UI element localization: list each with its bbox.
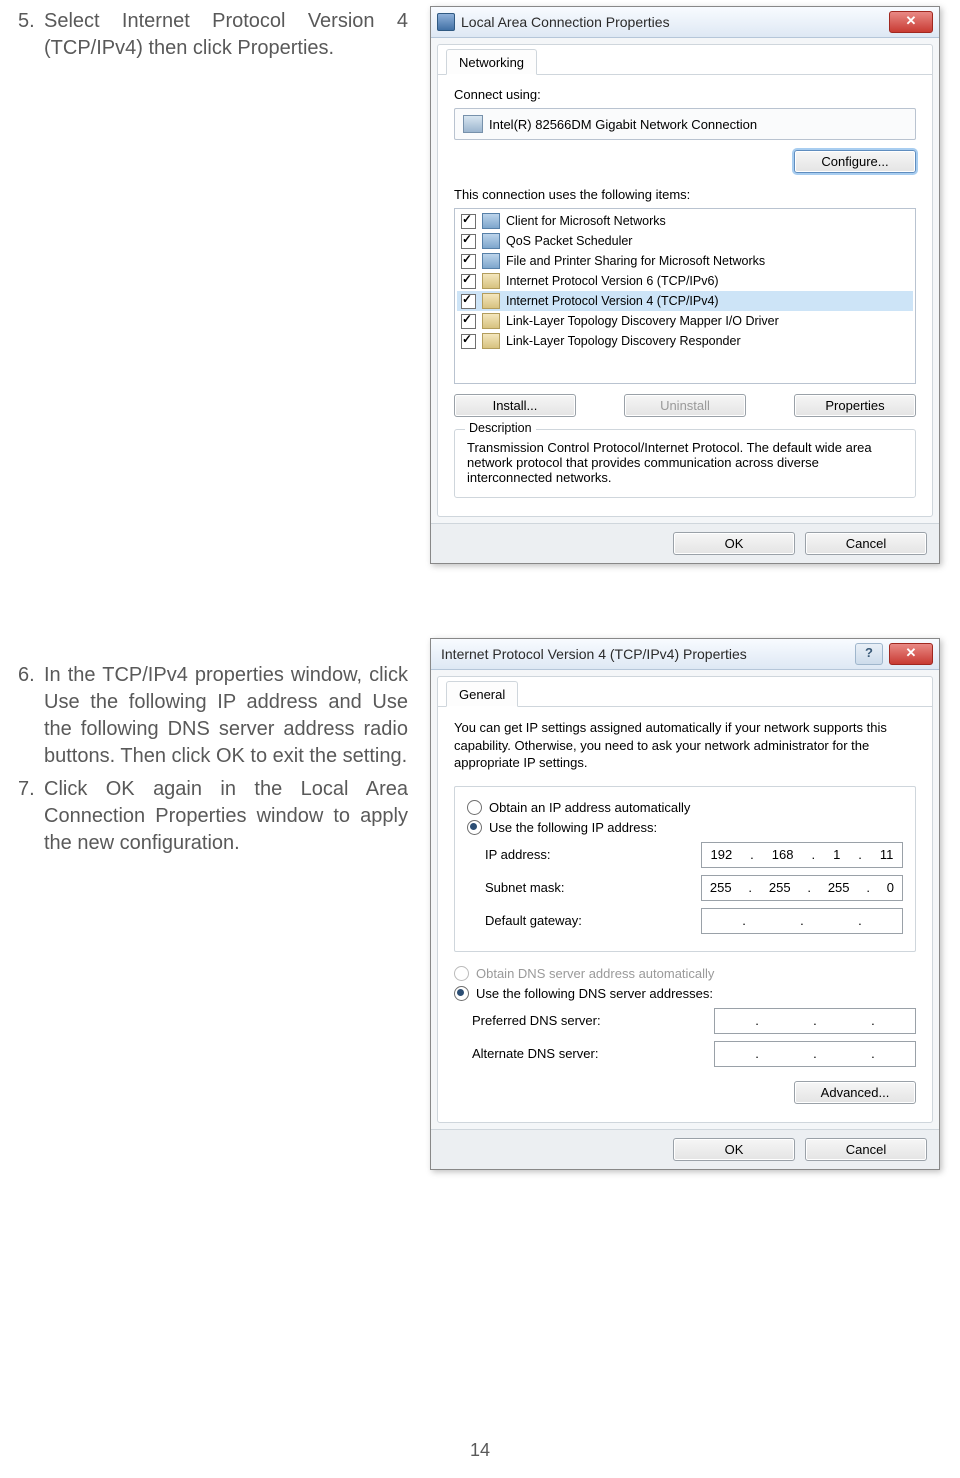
radio-icon[interactable] [454,986,469,1001]
step-5: 5. Select Internet Protocol Version 4 (T… [18,8,408,62]
uninstall-button: Uninstall [624,394,746,417]
configure-button[interactable]: Configure... [794,150,916,173]
default-gateway-input[interactable]: . . . [701,908,903,934]
tabstrip: General [438,681,932,707]
local-area-connection-properties-dialog: Local Area Connection Properties ✕ Netwo… [430,6,940,564]
obtain-dns-radio: Obtain DNS server address automatically [454,966,916,981]
checkbox-icon[interactable] [461,294,476,309]
nic-icon [463,115,483,133]
items-listbox[interactable]: Client for Microsoft Networks QoS Packet… [454,208,916,384]
info-text: You can get IP settings assigned automat… [454,719,916,772]
help-icon[interactable]: ? [855,643,883,665]
checkbox-icon[interactable] [461,314,476,329]
ip-address-input[interactable]: 192. 168. 1. 11 [701,842,903,868]
radio-label: Use the following DNS server addresses: [476,986,713,1001]
description-legend: Description [465,421,536,435]
properties-button[interactable]: Properties [794,394,916,417]
checkbox-icon[interactable] [461,214,476,229]
use-dns-radio[interactable]: Use the following DNS server addresses: [454,986,916,1001]
ok-button[interactable]: OK [673,1138,795,1161]
cancel-button[interactable]: Cancel [805,532,927,555]
component-icon [482,313,500,329]
default-gateway-label: Default gateway: [485,913,582,928]
list-item[interactable]: QoS Packet Scheduler [457,231,913,251]
ok-button[interactable]: OK [673,532,795,555]
component-icon [482,273,500,289]
radio-icon[interactable] [467,800,482,815]
list-item[interactable]: Link-Layer Topology Discovery Responder [457,331,913,351]
list-item[interactable]: Internet Protocol Version 6 (TCP/IPv6) [457,271,913,291]
checkbox-icon[interactable] [461,234,476,249]
close-icon[interactable]: ✕ [889,643,933,665]
subnet-mask-row: Subnet mask: 255. 255. 255. 0 [467,875,903,901]
cancel-button[interactable]: Cancel [805,1138,927,1161]
tab-general[interactable]: General [446,681,518,707]
checkbox-icon[interactable] [461,274,476,289]
radio-label: Obtain DNS server address automatically [476,966,714,981]
dialog-footer: OK Cancel [431,1129,939,1169]
ipv4-properties-dialog: Internet Protocol Version 4 (TCP/IPv4) P… [430,638,940,1170]
page-number: 14 [0,1440,960,1461]
checkbox-icon[interactable] [461,254,476,269]
step-text: Select Internet Protocol Version 4 (TCP/… [44,8,408,62]
preferred-dns-input[interactable]: . . . [714,1008,916,1034]
tab-pane: You can get IP settings assigned automat… [438,707,932,1116]
adapter-name: Intel(R) 82566DM Gigabit Network Connect… [489,117,757,132]
step-number: 7. [18,776,44,857]
ip-address-row: IP address: 192. 168. 1. 11 [467,842,903,868]
adapter-field: Intel(R) 82566DM Gigabit Network Connect… [454,108,916,140]
description-group: Description Transmission Control Protoco… [454,429,916,498]
description-text: Transmission Control Protocol/Internet P… [467,440,872,485]
step-text: In the TCP/IPv4 properties window, click… [44,662,408,770]
close-icon[interactable]: ✕ [889,11,933,33]
dialog-footer: OK Cancel [431,523,939,563]
component-icon [482,213,500,229]
subnet-mask-input[interactable]: 255. 255. 255. 0 [701,875,903,901]
ip-settings-group: Obtain an IP address automatically Use t… [454,786,916,952]
step-number: 5. [18,8,44,62]
preferred-dns-label: Preferred DNS server: [472,1013,601,1028]
radio-icon[interactable] [467,820,482,835]
alternate-dns-input[interactable]: . . . [714,1041,916,1067]
window-icon [437,13,455,31]
list-item-selected[interactable]: Internet Protocol Version 4 (TCP/IPv4) [457,291,913,311]
subnet-mask-label: Subnet mask: [485,880,565,895]
step-7: 7. Click OK again in the Local Area Conn… [18,776,408,857]
window-title: Internet Protocol Version 4 (TCP/IPv4) P… [437,646,855,662]
step-number: 6. [18,662,44,770]
titlebar[interactable]: Internet Protocol Version 4 (TCP/IPv4) P… [431,639,939,670]
alternate-dns-label: Alternate DNS server: [472,1046,598,1061]
alternate-dns-row: Alternate DNS server: . . . [454,1041,916,1067]
component-icon [482,333,500,349]
step-6: 6. In the TCP/IPv4 properties window, cl… [18,662,408,770]
component-icon [482,293,500,309]
dialog-body: Networking Connect using: Intel(R) 82566… [437,44,933,517]
obtain-ip-radio[interactable]: Obtain an IP address automatically [467,800,903,815]
component-icon [482,233,500,249]
ip-address-label: IP address: [485,847,551,862]
checkbox-icon[interactable] [461,334,476,349]
radio-icon [454,966,469,981]
list-item[interactable]: Client for Microsoft Networks [457,211,913,231]
step-text: Click OK again in the Local Area Connect… [44,776,408,857]
tab-pane: Connect using: Intel(R) 82566DM Gigabit … [438,75,932,510]
default-gateway-row: Default gateway: . . . [467,908,903,934]
titlebar[interactable]: Local Area Connection Properties ✕ [431,7,939,38]
radio-label: Use the following IP address: [489,820,657,835]
component-icon [482,253,500,269]
preferred-dns-row: Preferred DNS server: . . . [454,1008,916,1034]
radio-label: Obtain an IP address automatically [489,800,690,815]
connect-using-label: Connect using: [454,87,916,102]
use-ip-radio[interactable]: Use the following IP address: [467,820,903,835]
instruction-column: 5. Select Internet Protocol Version 4 (T… [18,8,408,863]
tab-networking[interactable]: Networking [446,49,537,75]
advanced-button[interactable]: Advanced... [794,1081,916,1104]
items-label: This connection uses the following items… [454,187,916,202]
window-title: Local Area Connection Properties [461,14,889,30]
list-item[interactable]: File and Printer Sharing for Microsoft N… [457,251,913,271]
dialog-body: General You can get IP settings assigned… [437,676,933,1123]
install-button[interactable]: Install... [454,394,576,417]
list-item[interactable]: Link-Layer Topology Discovery Mapper I/O… [457,311,913,331]
tabstrip: Networking [438,49,932,75]
